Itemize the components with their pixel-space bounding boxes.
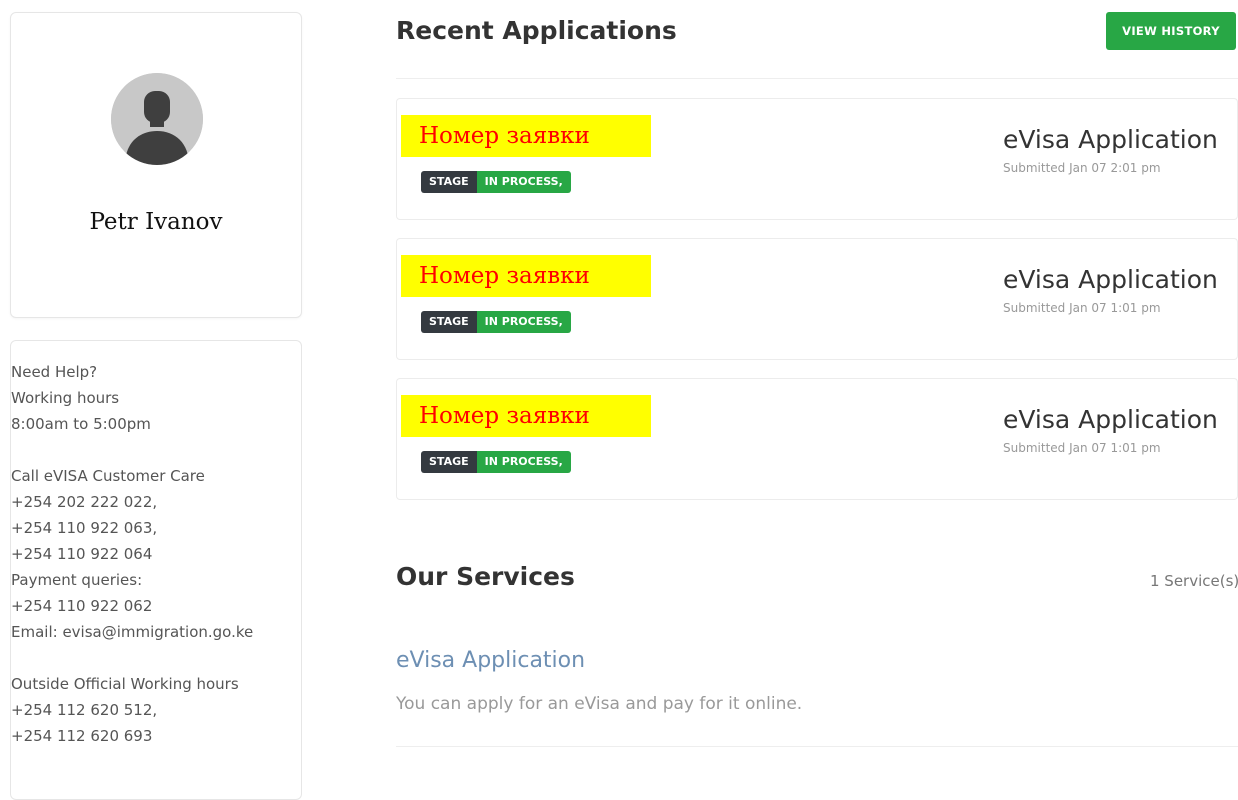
- application-submitted: Submitted Jan 07 2:01 pm: [1003, 161, 1161, 175]
- help-text: Need Help? Working hours 8:00am to 5:00p…: [11, 359, 253, 749]
- application-title: eVisa Application: [1003, 125, 1218, 154]
- help-line: +254 110 922 064: [11, 545, 153, 563]
- help-line: +254 112 620 693: [11, 727, 153, 745]
- application-number-label: Номер заявки: [401, 255, 651, 297]
- stage-badge: STAGE IN PROCESS,: [421, 451, 571, 473]
- profile-card: Petr Ivanov: [10, 12, 302, 318]
- stage-badge: STAGE IN PROCESS,: [421, 311, 571, 333]
- help-line: +254 110 922 062: [11, 597, 153, 615]
- application-number-label: Номер заявки: [401, 115, 651, 157]
- application-submitted: Submitted Jan 07 1:01 pm: [1003, 441, 1161, 455]
- application-title: eVisa Application: [1003, 405, 1218, 434]
- stage-badge: STAGE IN PROCESS,: [421, 171, 571, 193]
- help-line: Email: evisa@immigration.go.ke: [11, 623, 254, 641]
- service-description: You can apply for an eVisa and pay for i…: [396, 694, 803, 714]
- service-link-evisa-application[interactable]: eVisa Application: [396, 648, 585, 673]
- help-line: +254 110 922 063,: [11, 519, 158, 537]
- help-line: Payment queries:: [11, 571, 143, 589]
- our-services-title: Our Services: [396, 562, 575, 591]
- stage-label: STAGE: [421, 451, 477, 473]
- help-line: Need Help?: [11, 363, 98, 381]
- services-count: 1 Service(s): [1150, 572, 1238, 590]
- application-title: eVisa Application: [1003, 265, 1218, 294]
- recent-applications-title: Recent Applications: [396, 16, 677, 45]
- help-line: Outside Official Working hours: [11, 675, 239, 693]
- stage-value: IN PROCESS,: [476, 451, 571, 473]
- application-number-label: Номер заявки: [401, 395, 651, 437]
- stage-label: STAGE: [421, 311, 477, 333]
- profile-name: Petr Ivanov: [89, 209, 223, 235]
- help-line: Call eVISA Customer Care: [11, 467, 205, 485]
- help-line: +254 112 620 512,: [11, 701, 158, 719]
- help-line: 8:00am to 5:00pm: [11, 415, 151, 433]
- help-line: +254 202 222 022,: [11, 493, 158, 511]
- application-card[interactable]: Номер заявки STAGE IN PROCESS, eVisa App…: [396, 238, 1238, 360]
- help-card: Need Help? Working hours 8:00am to 5:00p…: [10, 340, 302, 800]
- stage-label: STAGE: [421, 171, 477, 193]
- stage-value: IN PROCESS,: [476, 171, 571, 193]
- view-history-button[interactable]: VIEW HISTORY: [1106, 12, 1236, 50]
- application-card[interactable]: Номер заявки STAGE IN PROCESS, eVisa App…: [396, 98, 1238, 220]
- application-card[interactable]: Номер заявки STAGE IN PROCESS, eVisa App…: [396, 378, 1238, 500]
- stage-value: IN PROCESS,: [476, 311, 571, 333]
- application-submitted: Submitted Jan 07 1:01 pm: [1003, 301, 1161, 315]
- avatar-icon: [111, 73, 203, 165]
- divider: [396, 78, 1238, 79]
- help-line: Working hours: [11, 389, 120, 407]
- divider: [396, 746, 1238, 747]
